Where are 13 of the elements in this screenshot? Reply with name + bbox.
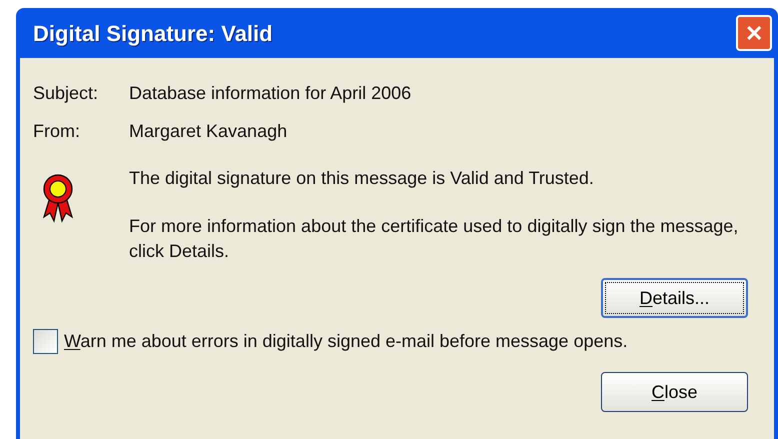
field-value: Database information for April 2006 — [129, 82, 412, 105]
field-label: From: — [33, 120, 81, 143]
warn-checkbox[interactable] — [33, 329, 58, 354]
window-title: Digital Signature: Valid — [33, 20, 273, 48]
close-button[interactable]: ✕ — [736, 15, 772, 51]
signature-status: The digital signature on this message is Valid and Trusted. — [129, 167, 595, 190]
info-text: For more information about the certificate used to digitally sign the message, click Details. — [129, 215, 740, 263]
award-ribbon-icon — [42, 173, 74, 223]
checkbox-label[interactable]: Warn me about errors in digitally signed e-mail before message opens. — [64, 328, 628, 355]
close-dialog-button[interactable]: Close — [601, 372, 748, 412]
field-value: Margaret Kavanagh — [129, 120, 288, 143]
details-button[interactable]: Details... — [601, 278, 748, 318]
field-label: Subject: — [33, 82, 100, 105]
